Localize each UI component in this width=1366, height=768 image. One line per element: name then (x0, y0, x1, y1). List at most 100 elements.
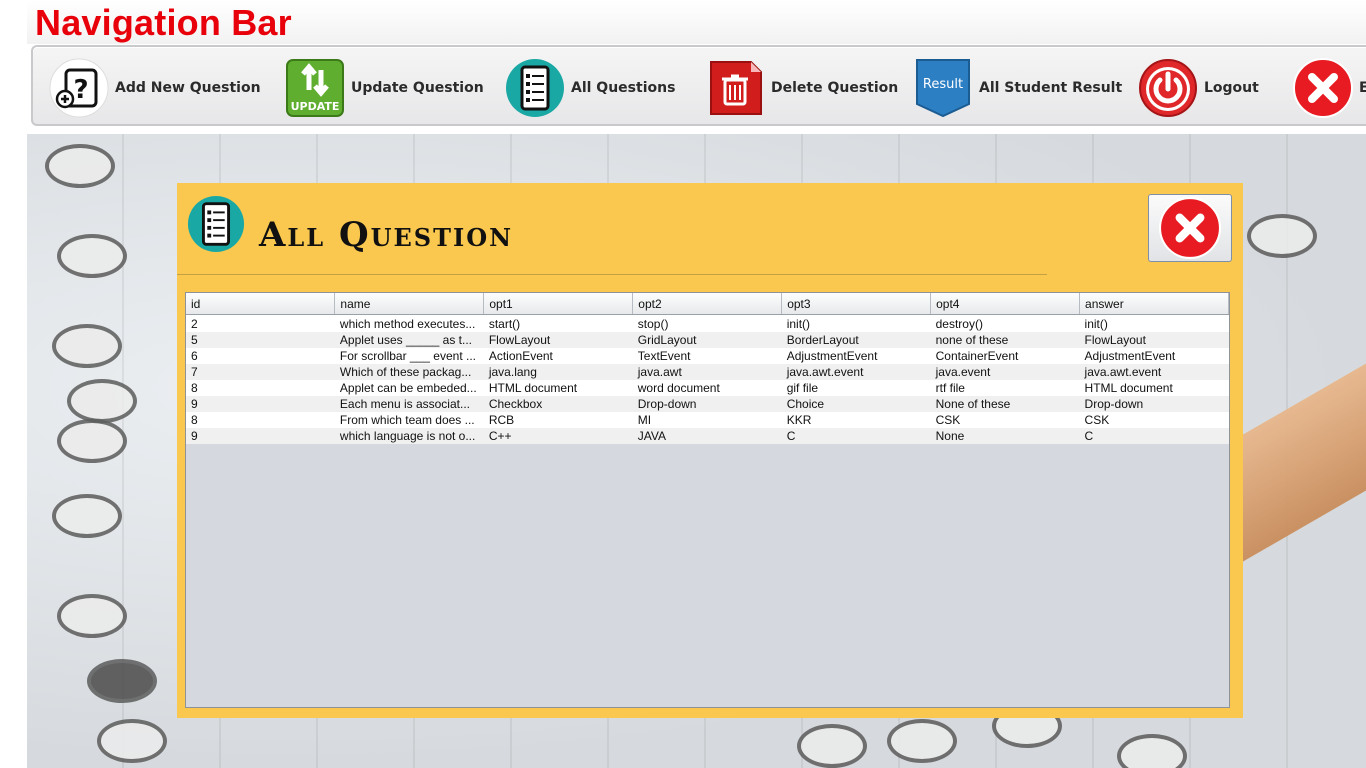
cell-opt2: GridLayout (632, 332, 782, 348)
cell-opt2: stop() (632, 314, 782, 332)
exit-icon (1293, 58, 1353, 118)
navigation-toolbar: ? Add New Question UPDATE Update Questio… (31, 45, 1366, 126)
cell-opt2: java.awt (632, 364, 782, 380)
add-new-question-button[interactable]: ? Add New Question (49, 58, 261, 118)
cell-opt3: C (781, 428, 931, 444)
bg-bubble (887, 719, 957, 763)
cell-opt2: word document (632, 380, 782, 396)
cell-opt3: init() (781, 314, 931, 332)
cell-answer: CSK (1079, 412, 1229, 428)
cell-opt4: none of these (930, 332, 1080, 348)
close-button[interactable] (1148, 194, 1232, 262)
cell-answer: AdjustmentEvent (1079, 348, 1229, 364)
cell-opt1: C++ (483, 428, 633, 444)
bg-bubble (57, 594, 127, 638)
cell-opt4: None of these (930, 396, 1080, 412)
cell-name: which language is not o... (334, 428, 484, 444)
cell-opt1: ActionEvent (483, 348, 633, 364)
power-icon (1139, 59, 1197, 117)
delete-question-button[interactable]: Delete Question (705, 59, 898, 117)
cell-opt1: FlowLayout (483, 332, 633, 348)
bg-bubble (57, 234, 127, 278)
table-row[interactable]: 9 Each menu is associat... Checkbox Drop… (186, 396, 1229, 412)
cell-opt4: destroy() (930, 314, 1080, 332)
cell-name: Applet uses _____ as t... (334, 332, 484, 348)
column-header-opt4[interactable]: opt4 (930, 293, 1081, 315)
column-header-answer[interactable]: answer (1079, 293, 1229, 315)
trash-icon (710, 61, 762, 115)
table-row[interactable]: 6 For scrollbar ___ event ... ActionEven… (186, 348, 1229, 364)
add-new-question-label: Add New Question (115, 80, 261, 96)
column-header-opt2[interactable]: opt2 (632, 293, 783, 315)
page-title: Navigation Bar (35, 2, 292, 43)
cell-opt4: ContainerEvent (930, 348, 1080, 364)
cell-name: From which team does ... (334, 412, 484, 428)
column-header-opt3[interactable]: opt3 (781, 293, 932, 315)
cell-opt1: Checkbox (483, 396, 633, 412)
column-header-name[interactable]: name (334, 293, 485, 315)
all-questions-button[interactable]: All Questions (505, 59, 675, 117)
cell-opt2: JAVA (632, 428, 782, 444)
question-list-icon (506, 59, 564, 117)
cell-name: For scrollbar ___ event ... (334, 348, 484, 364)
update-question-button[interactable]: UPDATE Update Question (285, 59, 484, 117)
cell-opt1: RCB (483, 412, 633, 428)
exit-label: E (1359, 80, 1366, 96)
questions-table: id name opt1 opt2 opt3 opt4 answer 2 whi… (186, 293, 1229, 444)
cell-answer: HTML document (1079, 380, 1229, 396)
cell-opt4: java.event (930, 364, 1080, 380)
logout-button[interactable]: Logout (1138, 59, 1259, 117)
all-student-result-button[interactable]: Result All Student Result (913, 59, 1123, 118)
title-divider (177, 274, 1047, 275)
cell-opt2: MI (632, 412, 782, 428)
column-header-id[interactable]: id (186, 293, 336, 315)
cell-answer: java.awt.event (1079, 364, 1229, 380)
bg-bubble (1247, 214, 1317, 258)
table-row[interactable]: 5 Applet uses _____ as t... FlowLayout G… (186, 332, 1229, 348)
table-row[interactable]: 7 Which of these packag... java.lang jav… (186, 364, 1229, 380)
svg-text:Result: Result (923, 77, 963, 92)
bg-bubble (57, 419, 127, 463)
column-header-opt1[interactable]: opt1 (483, 293, 634, 315)
cell-opt2: TextEvent (632, 348, 782, 364)
cell-name: Each menu is associat... (334, 396, 484, 412)
questions-table-scroll[interactable]: id name opt1 opt2 opt3 opt4 answer 2 whi… (185, 292, 1230, 708)
update-question-label: Update Question (351, 80, 484, 96)
cell-name: which method executes... (334, 314, 484, 332)
bg-bubble (67, 379, 137, 423)
cell-opt3: BorderLayout (781, 332, 931, 348)
delete-question-label: Delete Question (771, 80, 899, 96)
exit-button[interactable]: E (1293, 58, 1366, 118)
all-student-result-label: All Student Result (979, 80, 1123, 96)
cell-opt3: Choice (781, 396, 931, 412)
table-header-row: id name opt1 opt2 opt3 opt4 answer (186, 293, 1229, 315)
cell-id: 7 (186, 364, 335, 380)
cell-opt3: gif file (781, 380, 931, 396)
cell-id: 9 (186, 396, 335, 412)
table-row[interactable]: 8 From which team does ... RCB MI KKR CS… (186, 412, 1229, 428)
cell-opt1: java.lang (483, 364, 633, 380)
close-icon (1159, 197, 1221, 259)
cell-opt3: KKR (781, 412, 931, 428)
cell-id: 2 (186, 314, 335, 332)
update-icon: UPDATE (286, 59, 344, 117)
cell-id: 6 (186, 348, 335, 364)
cell-name: Applet can be embeded... (334, 380, 484, 396)
cell-answer: C (1079, 428, 1229, 444)
table-row[interactable]: 9 which language is not o... C++ JAVA C … (186, 428, 1229, 444)
table-row[interactable]: 2 which method executes... start() stop(… (186, 314, 1229, 332)
add-question-icon: ? (49, 58, 109, 118)
all-questions-label: All Questions (571, 80, 676, 96)
cell-opt2: Drop-down (632, 396, 782, 412)
table-row[interactable]: 8 Applet can be embeded... HTML document… (186, 380, 1229, 396)
bg-bubble (52, 494, 122, 538)
cell-opt1: HTML document (483, 380, 633, 396)
cell-id: 5 (186, 332, 335, 348)
all-question-dialog: All Question id name opt1 opt2 opt3 opt4… (177, 183, 1243, 718)
cell-id: 8 (186, 412, 335, 428)
svg-text:UPDATE: UPDATE (291, 100, 340, 113)
cell-opt4: CSK (930, 412, 1080, 428)
cell-opt3: java.awt.event (781, 364, 931, 380)
cell-opt1: start() (483, 314, 633, 332)
bg-bubble-filled (87, 659, 157, 703)
